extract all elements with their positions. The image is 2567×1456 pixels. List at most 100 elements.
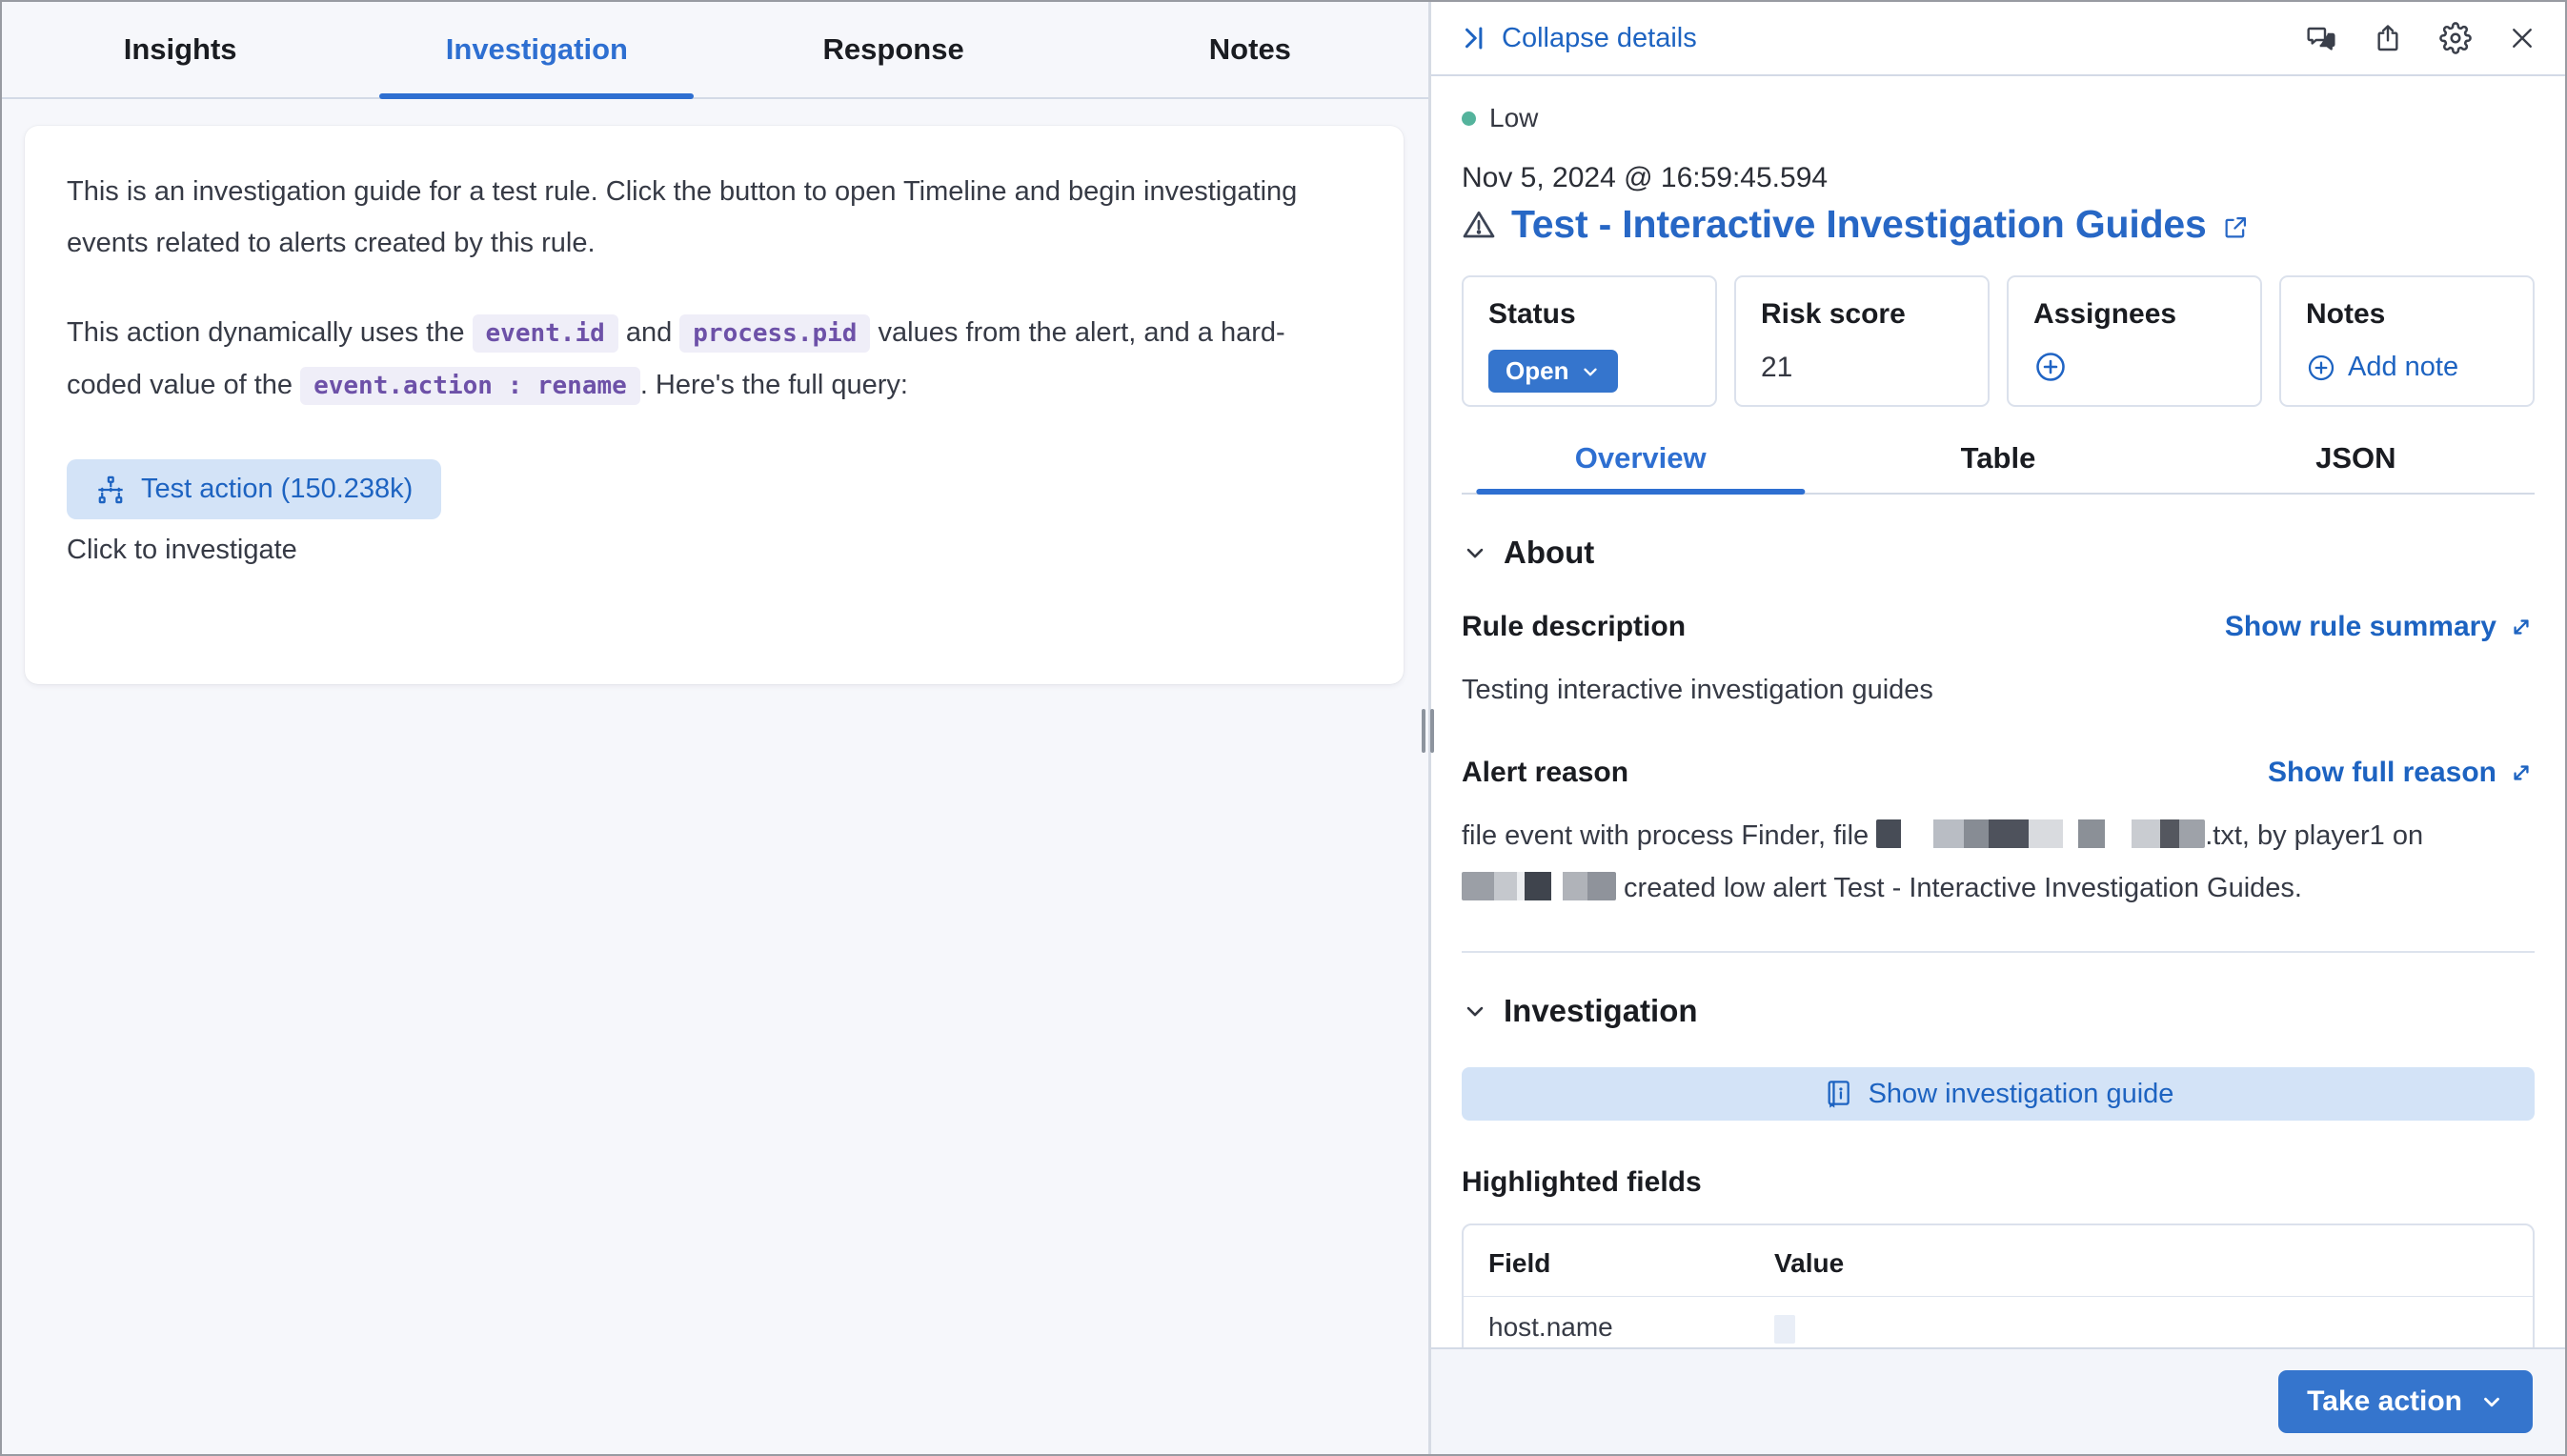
guide-text: and (618, 317, 680, 348)
about-section-toggle[interactable]: About (1462, 535, 2535, 571)
risk-score-label: Risk score (1761, 298, 1963, 331)
flyout-body: Low Nov 5, 2024 @ 16:59:45.594 Test - In… (1431, 76, 2565, 1347)
status-card-label: Status (1488, 298, 1690, 331)
resize-handle-icon[interactable] (1422, 709, 1434, 753)
show-full-reason-label: Show full reason (2268, 757, 2496, 789)
book-info-icon (1823, 1079, 1853, 1109)
severity-label: Low (1489, 103, 1538, 133)
column-header-value: Value (1749, 1225, 2533, 1297)
highlighted-fields-table: Field Value host.name agent.status Healt… (1464, 1225, 2533, 1347)
alert-details-window: Insights Investigation Response Notes Th… (0, 0, 2567, 1456)
panel-resize-divider[interactable] (1428, 2, 1431, 1454)
risk-score-value: 21 (1761, 352, 1963, 384)
plus-circle-icon (2306, 353, 2336, 383)
add-assignee-button[interactable] (2033, 350, 2068, 384)
take-action-button[interactable]: Take action (2278, 1370, 2533, 1433)
severity-row: Low (1462, 103, 2535, 133)
alert-reason-text: file event with process Finder, file .tx… (1462, 810, 2535, 915)
guide-paragraph-1: This is an investigation guide for a tes… (67, 166, 1360, 269)
column-header-field: Field (1464, 1225, 1749, 1297)
chevron-down-icon (1462, 539, 1488, 566)
redacted-host-name (1462, 872, 1616, 900)
open-in-new-icon[interactable] (2222, 214, 2249, 241)
reason-text: .txt, by player1 on (2205, 820, 2423, 851)
flyout-footer: Take action (1431, 1347, 2565, 1454)
show-full-reason-link[interactable]: Show full reason (2268, 757, 2535, 789)
collapse-details-label: Collapse details (1502, 23, 1697, 54)
tab-insights[interactable]: Insights (2, 2, 358, 97)
warning-triangle-icon (1462, 208, 1496, 242)
flyout-header-actions (2306, 22, 2537, 54)
code-chip-event-action: event.action : rename (300, 367, 640, 405)
comments-icon[interactable] (2306, 23, 2336, 53)
severity-dot-icon (1462, 111, 1476, 126)
show-investigation-guide-button[interactable]: Show investigation guide (1462, 1067, 2535, 1121)
alert-timestamp: Nov 5, 2024 @ 16:59:45.594 (1462, 162, 2535, 194)
click-to-investigate-caption: Click to investigate (67, 535, 1360, 566)
reason-text: created low alert Test - Interactive Inv… (1616, 873, 2302, 903)
rule-preview-panel: Insights Investigation Response Notes Th… (2, 2, 1428, 1454)
field-name: host.name (1464, 1297, 1749, 1348)
assignees-card: Assignees (2007, 275, 2262, 407)
test-action-button[interactable]: Test action (150.238k) (67, 459, 441, 519)
investigation-guide-card: This is an investigation guide for a tes… (25, 126, 1404, 684)
plus-circle-icon (2033, 350, 2068, 384)
show-rule-summary-link[interactable]: Show rule summary (2225, 611, 2535, 643)
tab-json[interactable]: JSON (2177, 441, 2535, 493)
section-divider (1462, 951, 2535, 953)
redacted-value (1774, 1315, 1795, 1344)
status-dropdown-button[interactable]: Open (1488, 350, 1618, 393)
assignees-label: Assignees (2033, 298, 2235, 331)
chevron-down-icon (2479, 1389, 2504, 1414)
alert-summary-cards: Status Open Risk score 21 Assignees (1462, 275, 2535, 407)
tab-investigation[interactable]: Investigation (358, 2, 715, 97)
close-icon[interactable] (2508, 24, 2537, 52)
left-tab-bar: Insights Investigation Response Notes (2, 2, 1428, 99)
flyout-tab-bar: Overview Table JSON (1462, 441, 2535, 495)
tab-response[interactable]: Response (716, 2, 1072, 97)
alert-reason-label: Alert reason (1462, 757, 1628, 789)
guide-text: . Here's the full query: (640, 370, 908, 400)
about-section-title: About (1504, 535, 1594, 571)
risk-score-card: Risk score 21 (1734, 275, 1990, 407)
table-row-host-name[interactable]: host.name (1464, 1297, 2533, 1348)
show-rule-summary-label: Show rule summary (2225, 611, 2496, 643)
collapse-details-button[interactable]: Collapse details (1460, 23, 1697, 54)
chevron-down-icon (1580, 361, 1601, 382)
add-note-button[interactable]: Add note (2306, 352, 2458, 383)
status-card: Status Open (1462, 275, 1717, 407)
highlighted-fields-card: Field Value host.name agent.status Healt… (1462, 1223, 2535, 1347)
alert-reason-row: Alert reason Show full reason (1462, 757, 2535, 789)
notes-card: Notes Add note (2279, 275, 2535, 407)
share-export-icon[interactable] (2373, 23, 2403, 53)
rule-description-label: Rule description (1462, 611, 1686, 643)
guide-paragraph-2: This action dynamically uses the event.i… (67, 307, 1360, 412)
take-action-label: Take action (2307, 1385, 2462, 1418)
investigation-section-title: Investigation (1504, 993, 1698, 1029)
alert-details-flyout: Collapse details (1431, 2, 2565, 1454)
code-chip-event-id: event.id (473, 314, 618, 353)
workflow-nodes-icon (95, 475, 126, 505)
alert-rule-title-link[interactable]: Test - Interactive Investigation Guides (1511, 202, 2207, 247)
rule-description-text: Testing interactive investigation guides (1462, 664, 2535, 717)
tab-notes[interactable]: Notes (1072, 2, 1428, 97)
expand-icon (2508, 614, 2535, 640)
test-action-button-label: Test action (150.238k) (141, 474, 413, 505)
notes-label: Notes (2306, 298, 2508, 331)
expand-icon (2508, 759, 2535, 786)
flyout-header: Collapse details (1431, 2, 2565, 76)
chevron-down-icon (1462, 998, 1488, 1024)
guide-text: This action dynamically uses the (67, 317, 473, 348)
rule-description-row: Rule description Show rule summary (1462, 611, 2535, 643)
investigation-section-toggle[interactable]: Investigation (1462, 993, 2535, 1029)
redacted-file-name (1876, 819, 2205, 848)
add-note-label: Add note (2348, 352, 2458, 383)
reason-text: file event with process Finder, file (1462, 820, 1876, 851)
alert-title-row: Test - Interactive Investigation Guides (1462, 202, 2535, 247)
tab-table[interactable]: Table (1819, 441, 2176, 493)
status-value: Open (1506, 356, 1568, 386)
arrow-right-to-line-icon (1460, 24, 1488, 52)
gear-icon[interactable] (2439, 22, 2472, 54)
highlighted-fields-title: Highlighted fields (1462, 1166, 2535, 1199)
tab-overview[interactable]: Overview (1462, 441, 1819, 493)
